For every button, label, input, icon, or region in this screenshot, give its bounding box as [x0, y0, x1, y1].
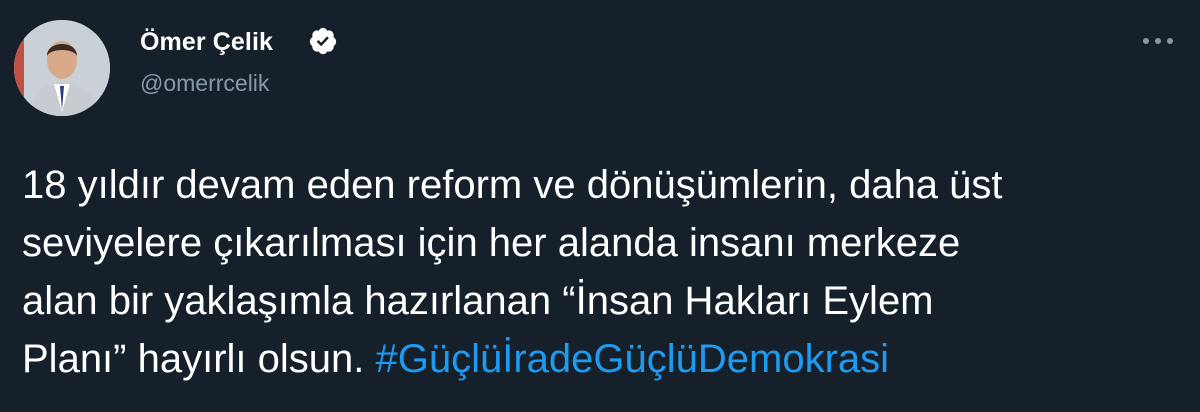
more-options-button[interactable] [1136, 28, 1180, 54]
avatar-image [14, 20, 110, 116]
tweet-text-line: alan bir yaklaşımla hazırlanan “İnsan Ha… [22, 279, 934, 323]
more-horizontal-icon [1143, 38, 1173, 44]
avatar[interactable] [14, 20, 110, 116]
hashtag-link[interactable]: #GüçlüİradeGüçlüDemokrasi [376, 337, 890, 381]
tweet-text-line: Planı” hayırlı olsun. #GüçlüİradeGüçlüDe… [22, 330, 1182, 388]
tweet-card: Ömer Çelik @omerrcelik 18 yıldır devam e… [0, 0, 1200, 412]
tweet-text-line: 18 yıldır devam eden reform ve dönüşümle… [22, 163, 1003, 207]
verified-badge-icon [309, 27, 337, 55]
author-handle[interactable]: @omerrcelik [140, 70, 269, 97]
author-name[interactable]: Ömer Çelik [140, 28, 273, 57]
tweet-text: 18 yıldır devam eden reform ve dönüşümle… [22, 156, 1182, 388]
tweet-text-segment: Planı” hayırlı olsun. [22, 337, 376, 381]
tweet-text-line: seviyelere çıkarılması için her alanda i… [22, 221, 961, 265]
